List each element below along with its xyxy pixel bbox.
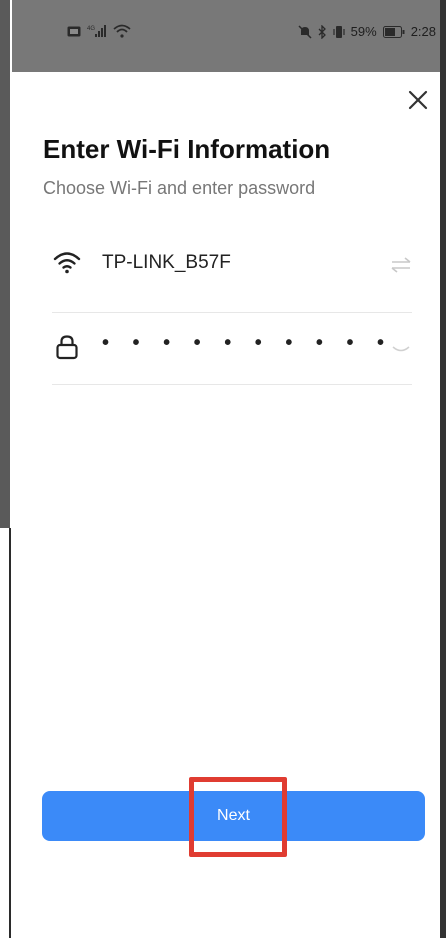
switch-network-icon[interactable] bbox=[390, 256, 412, 274]
svg-text:4G: 4G bbox=[87, 26, 95, 32]
divider bbox=[52, 312, 412, 313]
battery-icon bbox=[382, 25, 405, 38]
left-frame-line bbox=[9, 528, 11, 938]
wifi-icon bbox=[52, 248, 82, 278]
vibrate-icon bbox=[333, 25, 345, 39]
close-button[interactable] bbox=[404, 86, 432, 114]
password-field[interactable]: • • • • • • • • • • bbox=[102, 332, 393, 355]
wifi-dialog-sheet: Enter Wi-Fi Information Choose Wi-Fi and… bbox=[12, 72, 440, 938]
password-row[interactable]: • • • • • • • • • • bbox=[52, 314, 412, 384]
close-icon bbox=[408, 90, 428, 110]
mute-icon bbox=[298, 24, 312, 39]
status-left-icons: 4G bbox=[67, 24, 131, 38]
highlight-annotation bbox=[189, 777, 287, 857]
cellular-signal-icon: 4G bbox=[87, 24, 107, 38]
show-password-icon[interactable] bbox=[390, 340, 412, 358]
page-subtitle: Choose Wi-Fi and enter password bbox=[43, 178, 316, 198]
status-right-icons: 59% 2:28 bbox=[298, 24, 436, 39]
bluetooth-icon bbox=[318, 24, 327, 39]
hd-icon bbox=[67, 26, 81, 37]
right-frame bbox=[440, 0, 446, 938]
wifi-network-row[interactable]: TP-LINK_B57F bbox=[52, 230, 412, 300]
wifi-status-icon bbox=[113, 24, 131, 38]
battery-percent: 59% bbox=[350, 24, 377, 39]
clock: 2:28 bbox=[410, 24, 436, 39]
divider bbox=[52, 384, 412, 385]
left-frame-shade bbox=[0, 0, 10, 528]
wifi-ssid: TP-LINK_B57F bbox=[102, 252, 231, 273]
lock-icon bbox=[52, 332, 82, 362]
status-bar: 4G 59% 2:28 bbox=[12, 0, 440, 72]
page-title: Enter Wi-Fi Information bbox=[43, 134, 331, 164]
